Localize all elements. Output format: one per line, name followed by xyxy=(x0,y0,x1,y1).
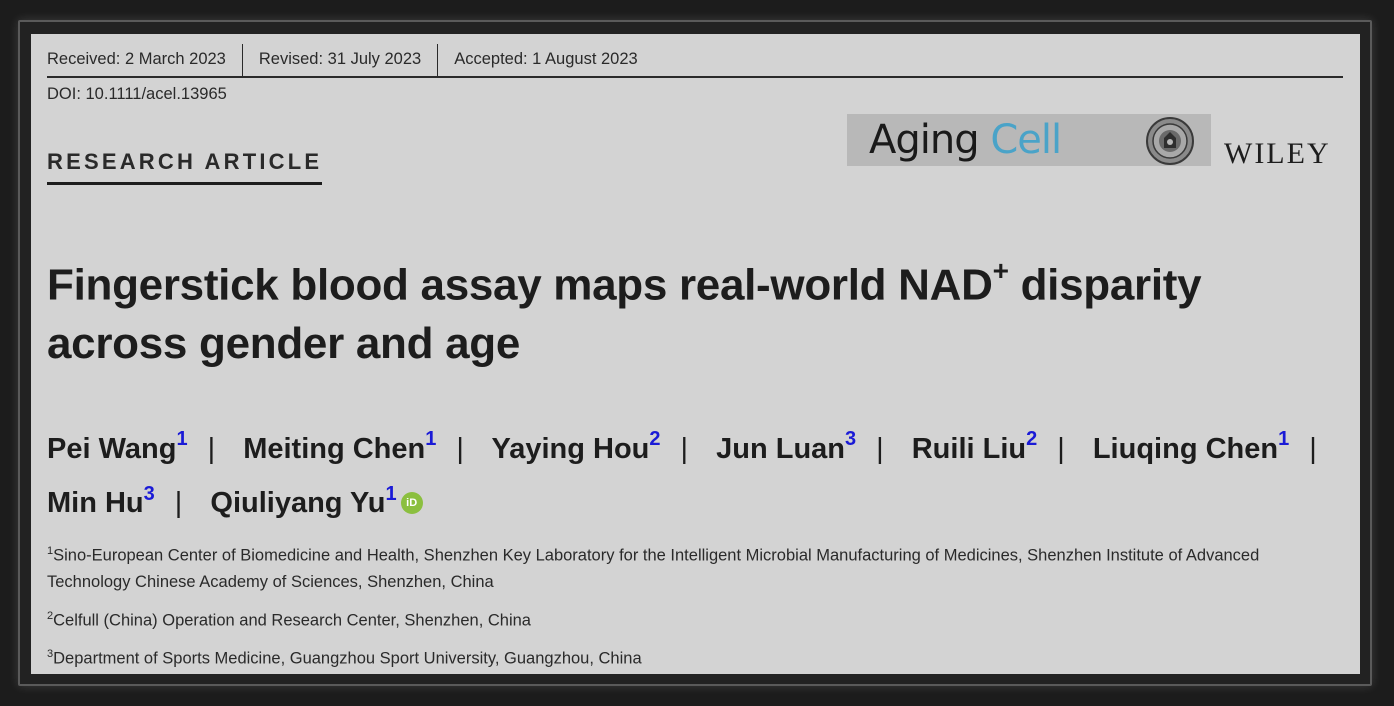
author[interactable]: Pei Wang1 xyxy=(47,428,188,465)
journal-name-part2: Cell xyxy=(990,117,1062,163)
author[interactable]: Ruili Liu2 xyxy=(911,428,1038,465)
author-affiliation-ref[interactable]: 1 xyxy=(386,483,397,505)
author-affiliation-ref[interactable]: 1 xyxy=(176,428,187,450)
author[interactable]: Min Hu3 xyxy=(47,483,155,520)
author-name: Pei Wang xyxy=(47,432,177,465)
article-type-label: RESEARCH ARTICLE xyxy=(47,149,323,185)
author-separator: | xyxy=(207,432,216,465)
author-name: Qiuliyang Yu xyxy=(210,487,386,520)
affiliation-text: Celfull (China) Operation and Research C… xyxy=(53,611,531,629)
author-name: Jun Luan xyxy=(716,432,845,465)
affiliation: 1Sino-European Center of Biomedicine and… xyxy=(47,538,1347,595)
author-affiliation-ref[interactable]: 1 xyxy=(1278,428,1289,450)
author-separator: | xyxy=(1309,432,1317,465)
title-superscript: + xyxy=(992,255,1009,286)
received-date: Received: 2 March 2023 xyxy=(47,50,226,68)
journal-logo: Aging Cell xyxy=(847,114,1211,166)
article-header-page: Received: 2 March 2023 Revised: 31 July … xyxy=(31,34,1360,674)
author[interactable]: Qiuliyang Yu1 iD xyxy=(210,483,423,520)
affiliation-list: 1Sino-European Center of Biomedicine and… xyxy=(47,538,1347,674)
article-title: Fingerstick blood assay maps real-world … xyxy=(47,246,1347,373)
author-name: Yaying Hou xyxy=(491,432,650,465)
revised-date: Revised: 31 July 2023 xyxy=(258,50,422,68)
author-name: Ruili Liu xyxy=(911,432,1027,465)
journal-name-part1: Aging xyxy=(869,117,980,163)
author-affiliation-ref[interactable]: 3 xyxy=(845,428,856,450)
author-separator: | xyxy=(680,432,689,465)
title-part1: Fingerstick blood assay maps real-world … xyxy=(47,260,993,310)
author-list: Pei Wang1 | Meiting Chen1 | Yaying Hou2 | J… xyxy=(47,418,1347,527)
orcid-icon[interactable]: iD xyxy=(400,491,423,514)
date-bar: Received: 2 March 2023 Revised: 31 July … xyxy=(47,44,1343,78)
publisher-logo: WILEY xyxy=(1224,137,1331,170)
author-separator: | xyxy=(876,432,884,465)
author-name: Min Hu xyxy=(47,487,144,520)
author-affiliation-ref[interactable]: 2 xyxy=(1026,428,1037,450)
author[interactable]: Meiting Chen1 xyxy=(243,428,436,465)
affiliation: 2Celfull (China) Operation and Research … xyxy=(47,603,1347,634)
society-seal-icon xyxy=(1146,117,1194,165)
author-affiliation-ref[interactable]: 2 xyxy=(649,428,660,450)
author-affiliation-ref[interactable]: 3 xyxy=(144,483,155,505)
journal-name: Aging Cell xyxy=(869,117,1062,163)
author[interactable]: Jun Luan3 xyxy=(716,428,856,465)
accepted-date: Accepted: 1 August 2023 xyxy=(454,50,638,68)
affiliation: 3Department of Sports Medicine, Guangzho… xyxy=(47,641,1347,672)
affiliation-text: Sino-European Center of Biomedicine and … xyxy=(47,546,1260,591)
author-name: Liuqing Chen xyxy=(1092,432,1279,465)
author[interactable]: Liuqing Chen1 xyxy=(1092,428,1289,465)
affiliation-text: Department of Sports Medicine, Guangzhou… xyxy=(53,649,642,668)
author[interactable]: Yaying Hou2 xyxy=(491,428,660,465)
author-separator: | xyxy=(456,432,464,465)
author-separator: | xyxy=(174,487,183,520)
author-affiliation-ref[interactable]: 1 xyxy=(425,428,436,450)
author-separator: | xyxy=(1057,432,1065,465)
doi[interactable]: DOI: 10.1111/acel.13965 xyxy=(47,85,227,104)
author-name: Meiting Chen xyxy=(243,432,426,465)
